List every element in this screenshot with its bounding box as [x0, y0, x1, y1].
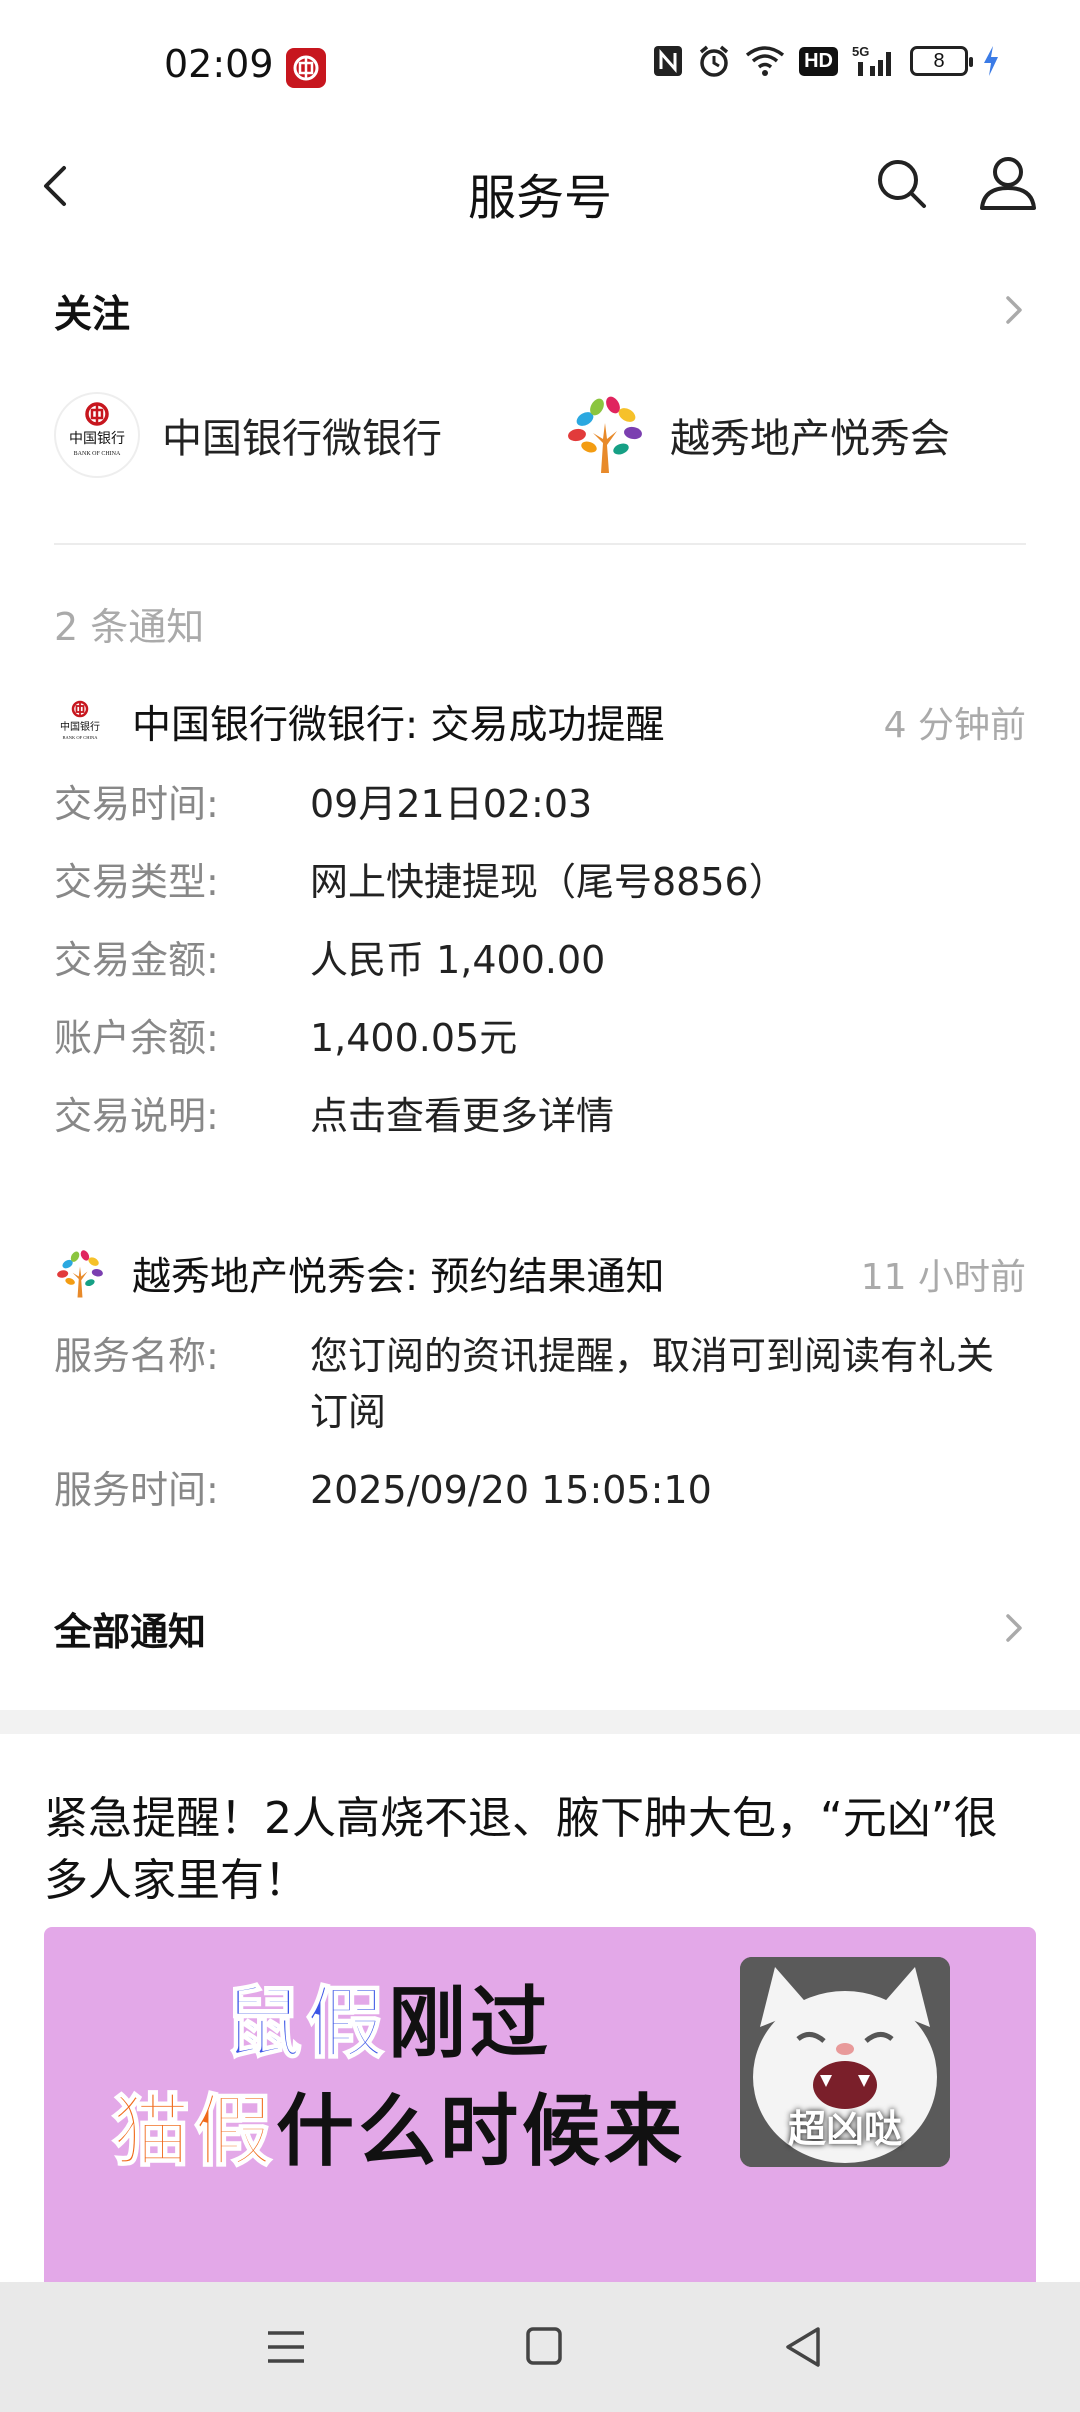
yuexiu-tree-logo-icon: [568, 396, 642, 473]
all-notifications-label: 全部通知: [54, 1609, 207, 1654]
field-key: 交易类型:: [54, 860, 219, 904]
banner-line-2-rest: 什么时候来: [276, 2087, 687, 2177]
menu-icon: [268, 2331, 304, 2363]
article-title[interactable]: 紧急提醒！2人高烧不退、腋下肿大包，“元凶”很多人家里有！: [44, 1788, 1034, 1912]
follow-item-name: 中国银行微银行: [162, 416, 442, 462]
home-square-icon: [526, 2327, 562, 2365]
notification-title: 中国银行微银行: 交易成功提醒: [132, 703, 665, 748]
system-nav-bar: [0, 2282, 1080, 2412]
svg-text:BANK OF CHINA: BANK OF CHINA: [62, 735, 98, 740]
svg-text:中国银行: 中国银行: [69, 431, 125, 447]
system-back-button[interactable]: [774, 2317, 834, 2377]
status-bar: 02:09 HD 5G 8: [0, 0, 1080, 140]
article-banner-image[interactable]: 鼠假刚过 猫假什么时候来 超凶哒: [44, 1927, 1036, 2287]
svg-text:5G: 5G: [852, 44, 869, 59]
field-row: 账户余额: 1,400.05元: [54, 1010, 1026, 1066]
home-button[interactable]: [514, 2317, 574, 2377]
field-key: 账户余额:: [54, 1016, 219, 1060]
notice-count: 2 条通知: [54, 605, 205, 649]
follow-item-yuexiu[interactable]: 越秀地产悦秀会: [562, 392, 950, 478]
field-key: 交易说明:: [54, 1094, 219, 1138]
charging-icon: [982, 45, 1000, 77]
banner-line-1-highlight: 鼠假: [223, 1978, 389, 2070]
field-row: 服务名称: 您订阅的资讯提醒，取消可到阅读有礼关订阅: [54, 1328, 1026, 1440]
avatar: 中国银行 BANK OF CHINA: [54, 392, 140, 478]
field-key: 服务名称:: [54, 1334, 219, 1378]
field-value: 点击查看更多详情: [310, 1094, 615, 1138]
search-icon: [878, 160, 926, 208]
field-row: 服务时间: 2025/09/20 15:05:10: [54, 1462, 1026, 1518]
notification-card-boc[interactable]: 中国银行 BANK OF CHINA 中国银行微银行: 交易成功提醒 4 分钟前…: [54, 690, 1026, 1144]
avatar: [562, 392, 648, 478]
profile-button[interactable]: [976, 152, 1040, 216]
notification-header: 中国银行 BANK OF CHINA 中国银行微银行: 交易成功提醒 4 分钟前: [54, 690, 1026, 754]
field-row: 交易时间: 09月21日02:03: [54, 776, 1026, 832]
boc-notification-icon: [286, 48, 326, 88]
boc-logo-icon: 中国银行 BANK OF CHINA: [69, 402, 125, 457]
field-value: 您订阅的资讯提醒，取消可到阅读有礼关订阅: [310, 1334, 995, 1434]
angry-cat-image: 超凶哒: [740, 1957, 950, 2167]
wifi-icon: [745, 45, 785, 77]
nfc-icon: [653, 45, 683, 77]
follow-header-row[interactable]: 关注: [54, 282, 1026, 338]
banner-line-2: 猫假什么时候来: [111, 2069, 687, 2181]
alarm-icon: [697, 44, 731, 78]
back-triangle-icon: [786, 2327, 820, 2367]
notification-time: 4 分钟前: [883, 705, 1026, 746]
chevron-right-icon: [1006, 1614, 1022, 1642]
field-key: 交易时间:: [54, 782, 219, 826]
menu-button[interactable]: [256, 2317, 316, 2377]
field-value: 网上快捷提现（尾号8856）: [310, 860, 787, 904]
svg-text:BANK OF CHINA: BANK OF CHINA: [74, 451, 121, 457]
field-value: 1,400.05元: [310, 1016, 518, 1060]
field-key: 服务时间:: [54, 1468, 219, 1512]
field-row: 交易金额: 人民币 1,400.00: [54, 932, 1026, 988]
chevron-right-icon: [1006, 296, 1022, 324]
hd-badge: HD: [799, 46, 838, 76]
search-button[interactable]: [872, 154, 932, 214]
follow-header: 关注: [54, 291, 131, 336]
field-value: 2025/09/20 15:05:10: [310, 1468, 712, 1512]
signal-icon: 5G: [852, 44, 896, 78]
person-icon: [980, 157, 1036, 210]
field-value: 人民币 1,400.00: [310, 938, 606, 982]
notification-header: 越秀地产悦秀会: 预约结果通知 11 小时前: [54, 1242, 1026, 1306]
status-icons: HD 5G 8: [653, 44, 1000, 78]
field-row: 交易说明: 点击查看更多详情: [54, 1088, 1026, 1144]
banner-line-2-highlight: 猫假: [111, 2086, 277, 2178]
divider: [54, 543, 1026, 545]
yuexiu-tree-logo-icon: [54, 1248, 106, 1300]
notification-title: 越秀地产悦秀会: 预约结果通知: [132, 1255, 665, 1300]
notification-card-yuexiu[interactable]: 越秀地产悦秀会: 预约结果通知 11 小时前 服务名称: 您订阅的资讯提醒，取消…: [54, 1242, 1026, 1518]
field-value: 09月21日02:03: [310, 782, 593, 826]
boc-logo-icon: 中国银行 BANK OF CHINA: [54, 696, 106, 748]
status-time: 02:09: [164, 42, 274, 86]
section-separator: [0, 1710, 1080, 1734]
field-row: 交易类型: 网上快捷提现（尾号8856）: [54, 854, 1026, 910]
svg-text:中国银行: 中国银行: [60, 720, 100, 733]
banner-line-1-rest: 刚过: [388, 1979, 553, 2069]
battery-indicator: 8: [910, 46, 973, 76]
field-key: 交易金额:: [54, 938, 219, 982]
banner-line-1: 鼠假刚过: [223, 1961, 553, 2073]
follow-item-name: 越秀地产悦秀会: [670, 416, 950, 462]
nav-bar: 服务号: [0, 140, 1080, 230]
cat-caption: 超凶哒: [787, 2107, 902, 2151]
follow-item-boc[interactable]: 中国银行 BANK OF CHINA 中国银行微银行: [54, 392, 442, 478]
all-notifications-row[interactable]: 全部通知: [54, 1598, 1026, 1658]
notification-time: 11 小时前: [860, 1257, 1026, 1298]
